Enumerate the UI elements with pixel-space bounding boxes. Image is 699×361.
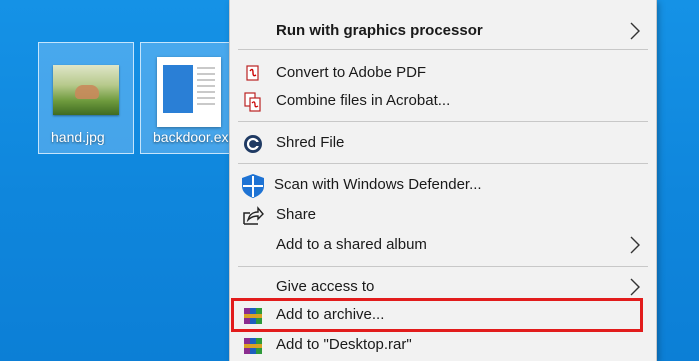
menu-item-share[interactable]: Share: [230, 202, 656, 230]
shred-icon: [244, 135, 262, 153]
menu-separator: [238, 49, 648, 50]
menu-item-label: Add to a shared album: [276, 236, 427, 253]
menu-item-label: Shred File: [276, 134, 345, 151]
desktop-icon-hand-jpg[interactable]: hand.jpg: [38, 42, 134, 154]
winrar-icon: [244, 308, 262, 324]
menu-item-label: Give access to: [276, 278, 375, 295]
menu-item-label: Share: [276, 206, 317, 223]
menu-item-label: Combine files in Acrobat...: [276, 92, 451, 109]
menu-item-label: Convert to Adobe PDF: [276, 64, 427, 81]
menu-separator: [238, 121, 648, 122]
menu-item-add-to-archive[interactable]: Add to archive...: [230, 302, 656, 330]
share-icon: [243, 206, 264, 225]
menu-item-convert-to-adobe-pdf[interactable]: Convert to Adobe PDF: [230, 60, 656, 88]
menu-separator: [238, 266, 648, 267]
desktop-icon-label: backdoor.exe: [153, 129, 235, 145]
menu-item-shred-file[interactable]: Shred File: [230, 130, 656, 158]
menu-item-give-access-to[interactable]: Give access to: [230, 274, 656, 302]
acrobat-combine-icon: [244, 92, 261, 112]
menu-item-add-to-desktop-rar[interactable]: Add to "Desktop.rar": [230, 332, 656, 360]
chevron-right-icon: [630, 236, 640, 254]
menu-item-label: Run with graphics processor: [276, 22, 483, 39]
image-thumbnail: [53, 65, 119, 115]
desktop-icon-backdoor-exe[interactable]: backdoor.exe: [140, 42, 236, 154]
winrar-icon: [244, 338, 262, 354]
context-menu: Run with graphics processor Convert to A…: [229, 0, 657, 361]
menu-item-label: Add to "Desktop.rar": [276, 336, 412, 353]
chevron-right-icon: [630, 278, 640, 296]
menu-separator: [238, 163, 648, 164]
menu-item-combine-files-in-acrobat[interactable]: Combine files in Acrobat...: [230, 88, 656, 116]
chevron-right-icon: [630, 22, 640, 40]
menu-item-run-with-graphics-processor[interactable]: Run with graphics processor: [230, 18, 656, 46]
document-thumbnail: [157, 57, 221, 127]
menu-item-label: Scan with Windows Defender...: [274, 176, 482, 193]
acrobat-convert-icon: [246, 65, 259, 81]
menu-item-label: Add to archive...: [276, 306, 385, 323]
menu-item-add-to-shared-album[interactable]: Add to a shared album: [230, 232, 656, 260]
desktop-icon-label: hand.jpg: [51, 129, 105, 145]
windows-defender-icon: [242, 174, 264, 198]
menu-item-scan-with-windows-defender[interactable]: Scan with Windows Defender...: [230, 172, 656, 200]
